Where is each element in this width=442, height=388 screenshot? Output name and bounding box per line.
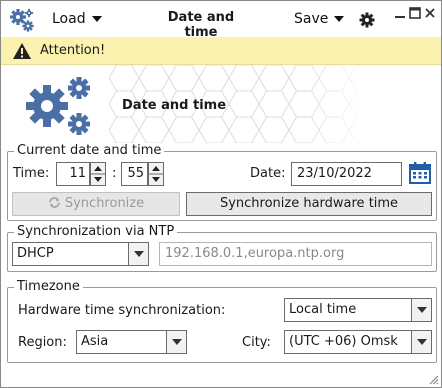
close-icon[interactable] <box>424 7 436 19</box>
hero-title: Date and time <box>122 98 227 113</box>
city-label: City: <box>242 335 271 350</box>
group-title: Current date and time <box>14 143 165 159</box>
ntp-servers-field[interactable]: 192.168.0.1,europa.ntp.org <box>159 242 432 266</box>
hours-field[interactable]: 11 <box>56 162 90 186</box>
ntp-mode-select[interactable]: DHCP <box>12 242 149 266</box>
region-select[interactable]: Asia <box>76 330 187 354</box>
ntp-mode-value: DHCP <box>17 246 54 261</box>
chevron-down-icon <box>166 331 186 353</box>
chevron-down-icon <box>411 331 431 353</box>
region-label: Region: <box>18 335 67 350</box>
date-field[interactable]: 23/10/2022 <box>291 162 402 186</box>
hero-banner: Date and time <box>1 65 441 143</box>
city-value: (UTC +06) Omsk <box>289 334 398 349</box>
chevron-down-icon <box>411 299 431 321</box>
save-label: Save <box>294 11 329 27</box>
load-menu[interactable]: Load <box>52 10 102 28</box>
calendar-icon[interactable] <box>408 161 432 185</box>
timezone-group: Timezone Hardware time synchronization: … <box>7 279 437 363</box>
gears-icon[interactable] <box>9 7 35 33</box>
load-label: Load <box>52 11 86 27</box>
synchronize-hardware-time-button[interactable]: Synchronize hardware time <box>186 192 432 216</box>
synchronize-label: Synchronize <box>64 196 145 211</box>
region-value: Asia <box>81 334 109 349</box>
time-label: Time: <box>13 166 50 181</box>
warning-icon <box>13 43 31 59</box>
hw-sync-select[interactable]: Local time <box>284 298 432 322</box>
chevron-down-icon <box>91 16 102 22</box>
date-time-window: Load Date and time Save Attention! Date … <box>0 0 442 388</box>
hw-sync-value: Local time <box>289 302 357 317</box>
date-label: Date: <box>250 166 286 181</box>
group-title: Synchronization via NTP <box>14 224 178 240</box>
synchronize-button[interactable]: Synchronize <box>12 192 180 216</box>
group-title: Timezone <box>14 279 83 295</box>
hw-sync-label: Hardware time synchronization: <box>18 303 226 318</box>
title-bar: Load Date and time Save <box>1 1 441 40</box>
sync-icon <box>48 197 60 208</box>
maximize-icon[interactable] <box>409 7 421 19</box>
city-select[interactable]: (UTC +06) Omsk <box>284 330 432 354</box>
gears-icon <box>26 77 90 135</box>
hours-spinner-icon[interactable] <box>90 162 106 186</box>
minutes-field[interactable]: 55 <box>121 162 148 186</box>
attention-text: Attention! <box>40 43 106 58</box>
chevron-down-icon <box>334 16 345 22</box>
attention-bar: Attention! <box>1 37 441 65</box>
ntp-group: Synchronization via NTP DHCP 192.168.0.1… <box>7 224 437 272</box>
time-separator: : <box>112 166 117 181</box>
current-date-time-group: Current date and time Time: 11 : 55 Date… <box>7 143 437 221</box>
save-menu[interactable]: Save <box>294 10 345 28</box>
minutes-spinner-icon[interactable] <box>148 162 164 186</box>
chevron-down-icon <box>128 243 148 265</box>
window-title: Date and time <box>167 10 235 40</box>
resize-grip-icon[interactable] <box>428 374 439 385</box>
minimize-icon[interactable] <box>394 7 406 19</box>
gear-icon[interactable] <box>359 12 375 28</box>
